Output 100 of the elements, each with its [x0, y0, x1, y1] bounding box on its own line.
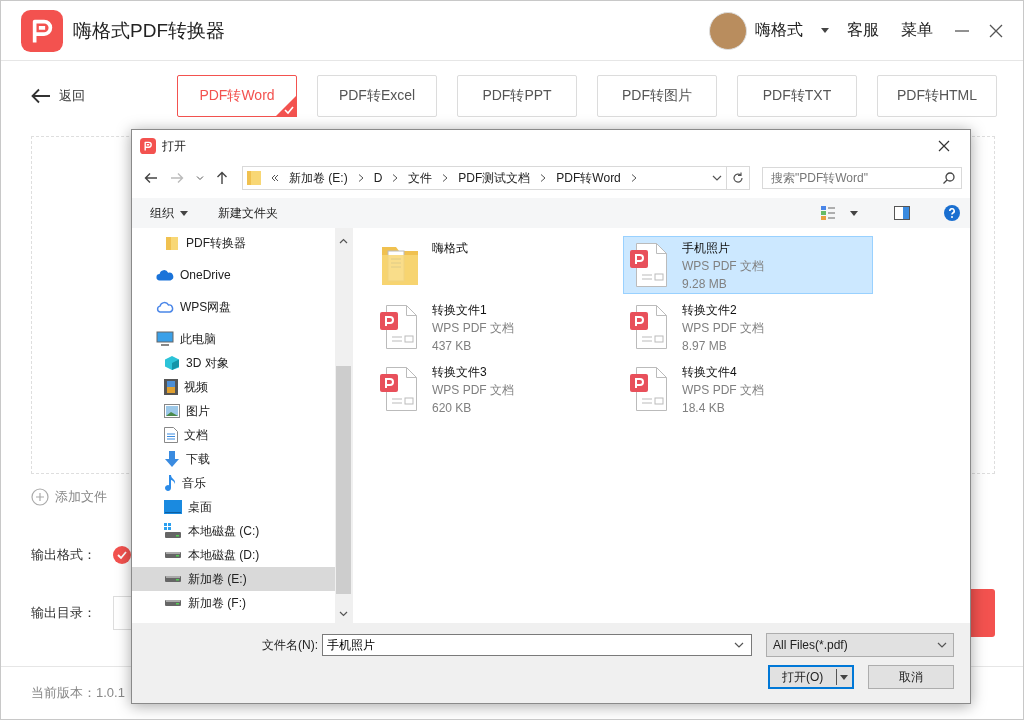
separator-chevron-icon[interactable]: [392, 174, 399, 182]
file-name: 转换文件2: [682, 302, 738, 319]
file-type: WPS PDF 文档: [432, 382, 514, 399]
file-item[interactable]: 转换文件3 WPS PDF 文档 620 KB: [373, 360, 623, 418]
drive-icon: [164, 599, 182, 607]
open-button[interactable]: 打开(O): [768, 665, 854, 689]
separator-chevron-icon[interactable]: [630, 174, 637, 182]
file-name: 手机照片: [682, 240, 731, 257]
nav-item[interactable]: 桌面: [132, 495, 335, 519]
cube-icon: [164, 355, 180, 371]
music-note-icon: [164, 474, 176, 492]
monitor-icon: [156, 331, 174, 347]
format-tab[interactable]: PDF转HTML: [877, 75, 997, 117]
file-type-dropdown[interactable]: All Files(*.pdf): [766, 633, 954, 657]
avatar[interactable]: [709, 11, 747, 50]
file-size: 620 KB: [432, 400, 473, 417]
nav-item[interactable]: 新加卷 (E:): [132, 567, 335, 591]
close-icon[interactable]: [989, 23, 1003, 38]
file-name-field[interactable]: 手机照片: [322, 634, 752, 656]
path-segment[interactable]: PDF转Word: [556, 169, 621, 187]
file-item[interactable]: 嗨格式: [373, 236, 623, 294]
nav-item[interactable]: 3D 对象: [132, 351, 335, 375]
file-item[interactable]: 手机照片 WPS PDF 文档 9.28 MB: [623, 236, 873, 294]
back-arrow-icon[interactable]: [144, 172, 158, 184]
output-folder-label: 输出目录：: [31, 604, 97, 622]
version-text: 当前版本：1.0.1: [31, 684, 125, 702]
desktop-icon: [164, 500, 182, 514]
chevron-up-icon[interactable]: [339, 238, 348, 244]
nav-item[interactable]: 本地磁盘 (D:): [132, 543, 335, 567]
separator-chevron-icon[interactable]: [357, 174, 364, 182]
separator-chevron-icon[interactable]: [540, 174, 547, 182]
nav-item[interactable]: OneDrive: [132, 263, 335, 287]
header-link[interactable]: 菜单: [901, 20, 933, 41]
add-file-button[interactable]: 添加文件: [31, 488, 107, 506]
path-segment[interactable]: 新加卷 (E:): [289, 169, 348, 187]
file-item[interactable]: 转换文件1 WPS PDF 文档 437 KB: [373, 298, 623, 356]
preview-pane-icon[interactable]: [894, 206, 910, 220]
nav-item[interactable]: WPS网盘: [132, 295, 335, 319]
user-name[interactable]: 嗨格式: [755, 20, 803, 41]
film-icon: [164, 379, 178, 395]
file-type: WPS PDF 文档: [682, 320, 764, 337]
close-icon[interactable]: [938, 140, 950, 152]
nav-item[interactable]: 音乐: [132, 471, 335, 495]
file-name: 转换文件3: [432, 364, 488, 381]
up-arrow-icon[interactable]: [216, 171, 228, 185]
caret-icon: [180, 210, 188, 216]
nav-item[interactable]: PDF转换器: [132, 231, 335, 255]
check-corner-icon: [275, 95, 297, 117]
file-type: WPS PDF 文档: [682, 258, 764, 275]
overflow-chevron-icon[interactable]: [271, 174, 279, 182]
path-segment[interactable]: PDF测试文档: [458, 169, 531, 187]
refresh-button[interactable]: [727, 166, 750, 190]
organize-button[interactable]: 组织: [150, 204, 188, 222]
search-field[interactable]: 搜索"PDF转Word": [762, 167, 962, 189]
header-link[interactable]: 客服: [847, 20, 879, 41]
format-tab[interactable]: PDF转Excel: [317, 75, 437, 117]
nav-item[interactable]: 本地磁盘 (C:): [132, 519, 335, 543]
file-size: 9.28 MB: [682, 276, 728, 293]
nav-item[interactable]: 图片: [132, 399, 335, 423]
format-tab[interactable]: PDF转TXT: [737, 75, 857, 117]
help-icon[interactable]: [944, 205, 960, 221]
file-size: 437 KB: [432, 338, 473, 355]
chevron-down-icon: [937, 642, 947, 648]
caret-icon[interactable]: [821, 28, 829, 33]
app-logo-icon: [140, 138, 156, 154]
view-options-icon[interactable]: [820, 205, 836, 221]
caret-icon: [840, 674, 848, 680]
file-name: 转换文件1: [432, 302, 488, 319]
back-arrow-icon: [31, 88, 51, 104]
scrollbar[interactable]: [335, 228, 352, 623]
file-item[interactable]: 转换文件2 WPS PDF 文档 8.97 MB: [623, 298, 873, 356]
format-tab[interactable]: PDF转PPT: [457, 75, 577, 117]
format-tab[interactable]: PDF转Word: [177, 75, 297, 117]
app-title: 嗨格式PDF转换器: [73, 18, 225, 43]
file-size: 8.97 MB: [682, 338, 728, 355]
scrollbar-thumb[interactable]: [336, 366, 351, 594]
separator-chevron-icon[interactable]: [442, 174, 449, 182]
file-name-label: 文件名(N):: [262, 636, 318, 654]
format-tab[interactable]: PDF转图片: [597, 75, 717, 117]
nav-item[interactable]: 下载: [132, 447, 335, 471]
drive-icon: [164, 575, 182, 583]
path-segment[interactable]: D: [373, 171, 383, 185]
cloud-icon: [156, 268, 174, 282]
drive-icon: [164, 551, 182, 559]
chevron-down-icon[interactable]: [339, 611, 348, 617]
cancel-button[interactable]: 取消: [868, 665, 954, 689]
new-folder-button[interactable]: 新建文件夹: [218, 204, 278, 222]
check-circle-icon[interactable]: [113, 546, 131, 564]
nav-item[interactable]: 视频: [132, 375, 335, 399]
nav-item[interactable]: 此电脑: [132, 327, 335, 351]
refresh-icon: [732, 172, 744, 184]
path-segment[interactable]: 文件: [408, 169, 433, 187]
back-button[interactable]: 返回: [31, 87, 177, 105]
picture-icon: [164, 404, 180, 418]
file-item[interactable]: 转换文件4 WPS PDF 文档 18.4 KB: [623, 360, 873, 418]
drive-icon: [164, 523, 182, 539]
caret-icon[interactable]: [850, 210, 858, 216]
nav-item[interactable]: 文档: [132, 423, 335, 447]
down-arrow-icon: [164, 451, 180, 467]
nav-item[interactable]: 新加卷 (F:): [132, 591, 335, 615]
